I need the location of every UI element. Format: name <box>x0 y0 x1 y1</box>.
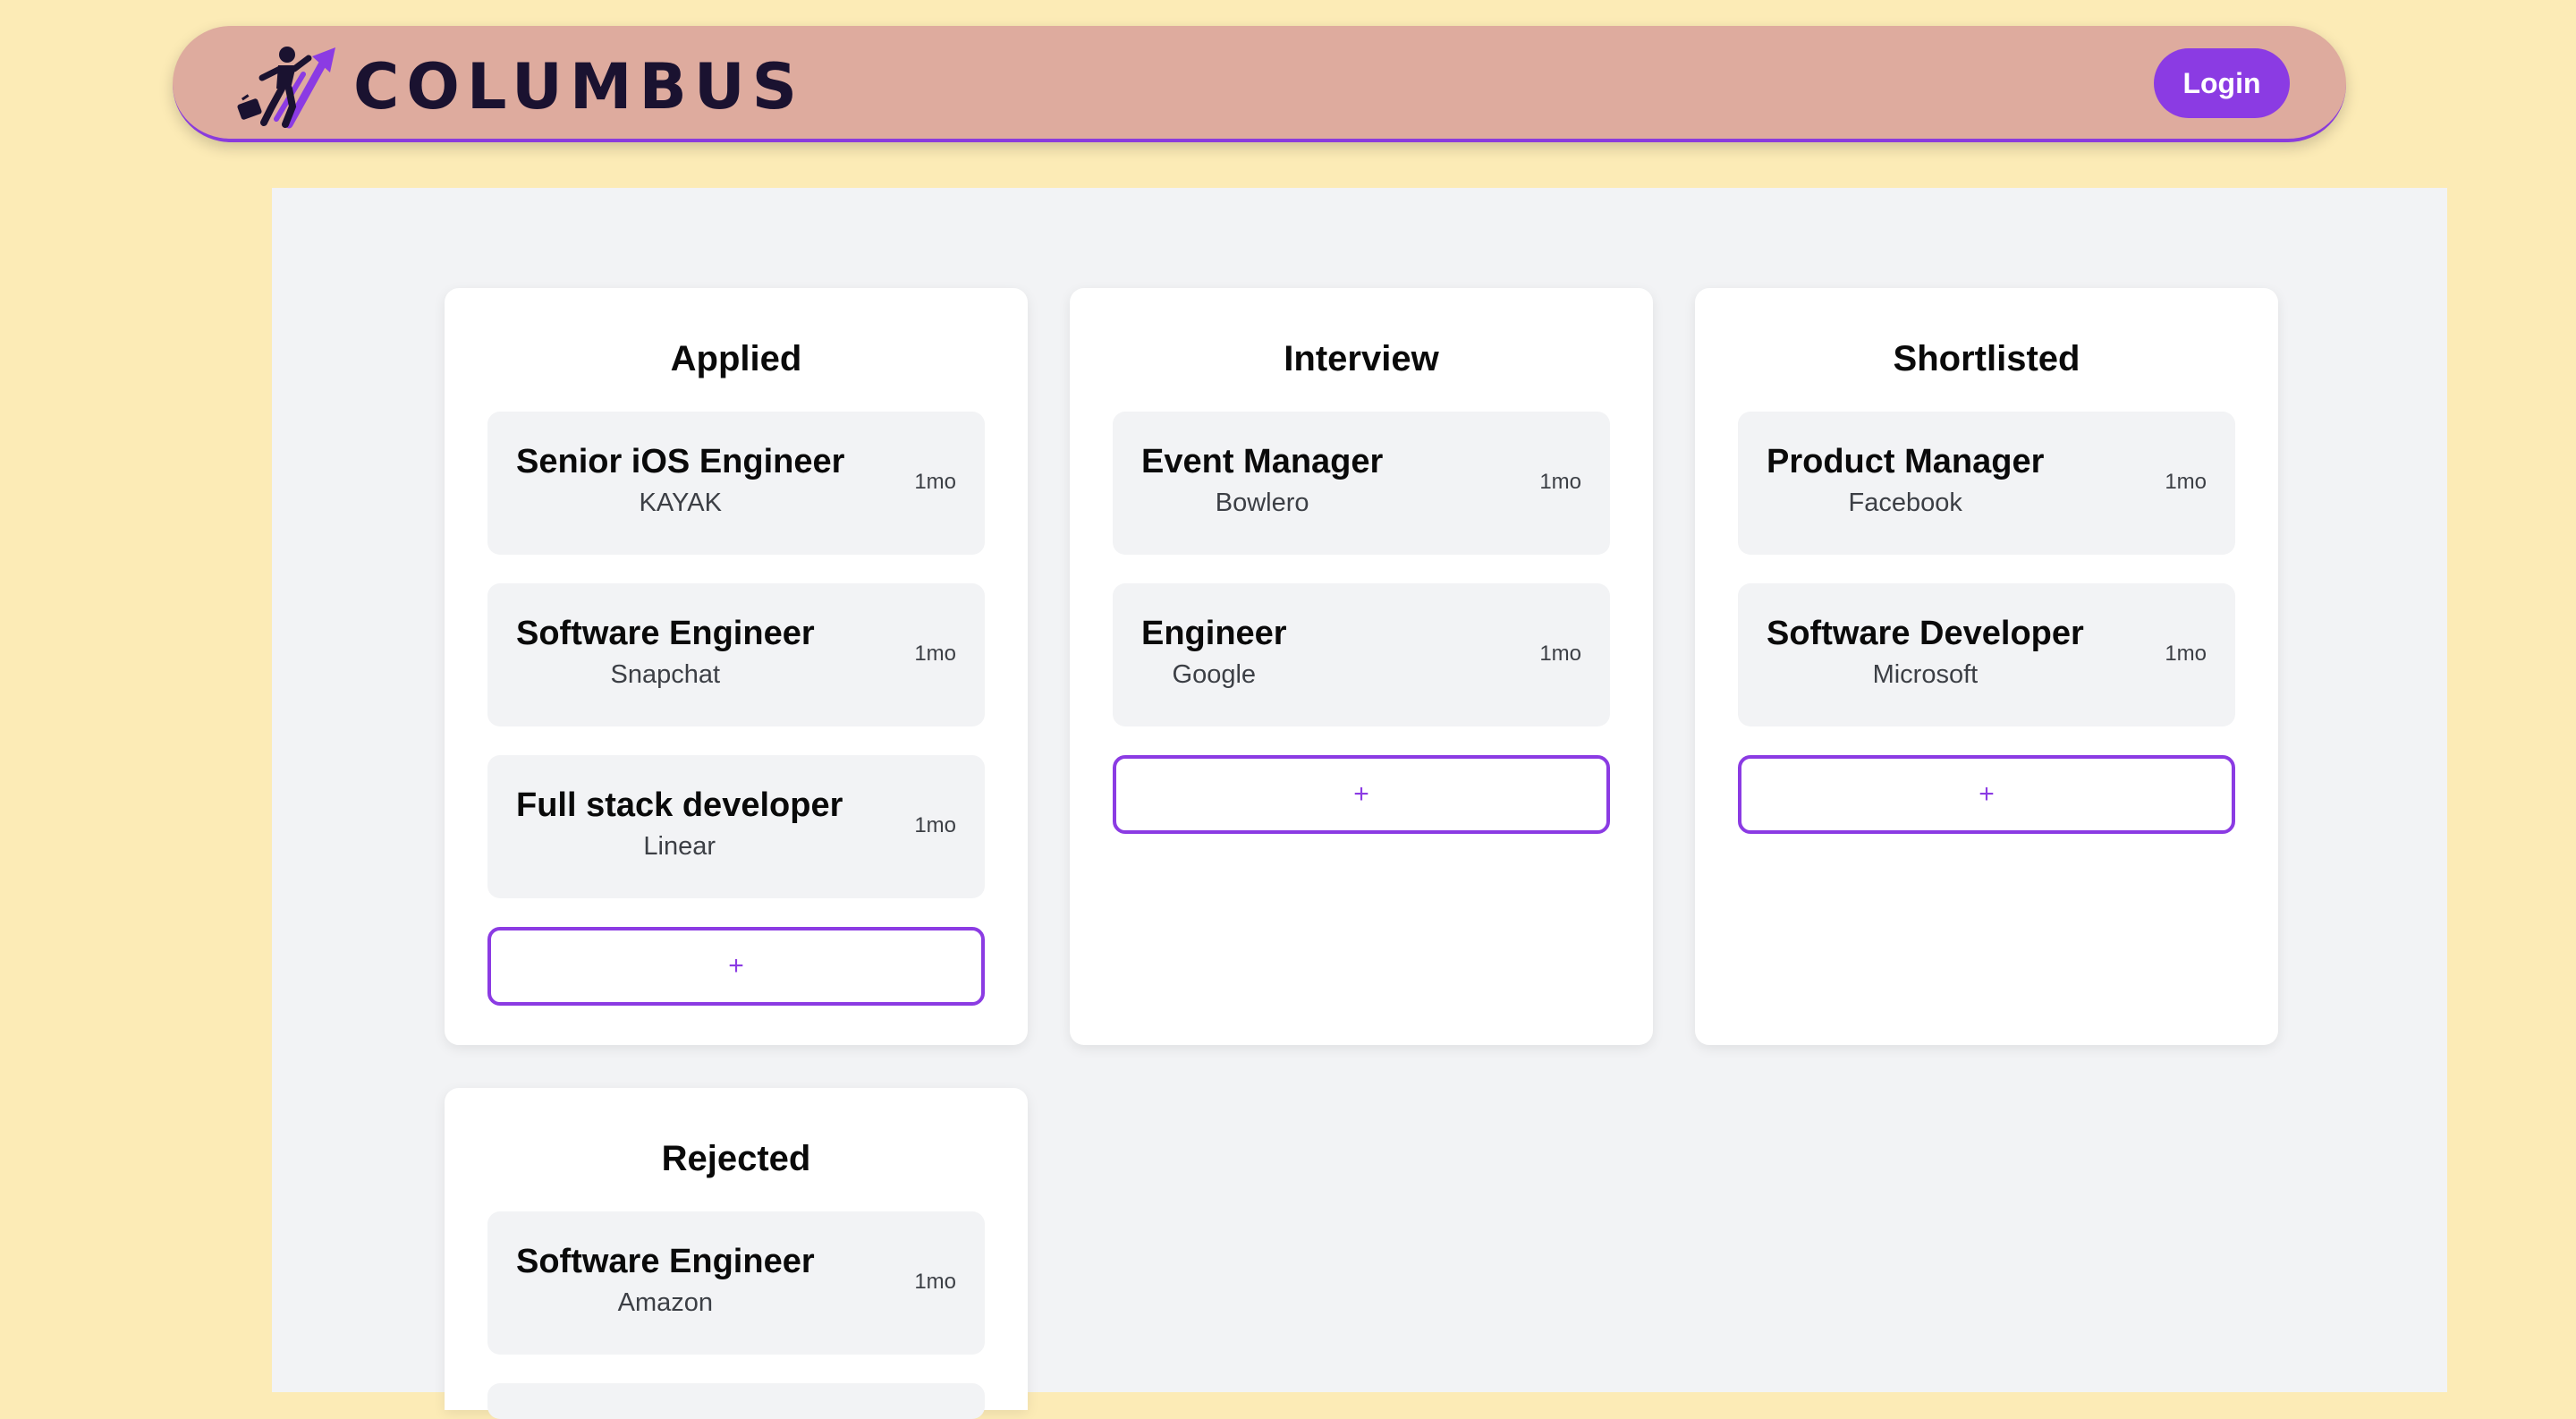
job-card-body: Full stack developer Linear <box>516 786 843 864</box>
job-title: Senior iOS Engineer <box>516 443 845 480</box>
job-card[interactable]: Senior iOS Engineer KAYAK 1mo <box>487 412 985 555</box>
rocket-runner-logo-icon <box>237 47 335 129</box>
job-age: 1mo <box>914 813 956 837</box>
brand[interactable]: COLUMBUS <box>237 42 804 132</box>
job-title: Software Developer <box>1767 615 2084 652</box>
job-card-body: Software Engineer Snapchat <box>516 614 815 693</box>
company-name: Snapchat <box>610 660 721 689</box>
company-name: Microsoft <box>1872 660 1979 689</box>
company-name: Facebook <box>1848 489 1962 517</box>
job-age: 1mo <box>1539 642 1581 666</box>
company-name: Bowlero <box>1215 489 1309 517</box>
column-rejected: Rejected Software Engineer Amazon 1mo <box>445 1088 1028 1419</box>
column-title: Interview <box>1284 339 1439 378</box>
job-card[interactable]: Software Engineer Snapchat 1mo <box>487 583 985 726</box>
job-card[interactable]: Full stack developer Linear 1mo <box>487 755 985 898</box>
company-name: KAYAK <box>639 489 722 517</box>
job-card-body: Engineer Google <box>1141 614 1287 693</box>
job-board: Applied Senior iOS Engineer KAYAK 1mo So… <box>272 188 2447 1419</box>
job-age: 1mo <box>914 642 956 666</box>
job-card[interactable]: Event Manager Bowlero 1mo <box>1113 412 1610 555</box>
job-card[interactable]: Software Developer Microsoft 1mo <box>1738 583 2235 726</box>
brand-name: COLUMBUS <box>353 50 805 123</box>
card-list: Event Manager Bowlero 1mo Engineer Googl… <box>1113 412 1610 834</box>
column-shortlisted: Shortlisted Product Manager Facebook 1mo… <box>1695 288 2278 1045</box>
card-list: Product Manager Facebook 1mo Software De… <box>1738 412 2235 834</box>
job-age: 1mo <box>1539 470 1581 494</box>
job-card-partial[interactable] <box>487 1383 985 1419</box>
company-name: Linear <box>643 832 716 861</box>
job-card-body: Software Engineer Amazon <box>516 1242 815 1321</box>
add-job-button[interactable]: + <box>487 927 985 1006</box>
job-title: Product Manager <box>1767 443 2045 480</box>
company-name: Google <box>1172 660 1257 689</box>
job-age: 1mo <box>914 470 956 494</box>
job-title: Software Engineer <box>516 615 815 652</box>
column-title: Applied <box>670 339 802 378</box>
navbar: COLUMBUS Login <box>173 26 2346 142</box>
add-job-button[interactable]: + <box>1113 755 1610 834</box>
job-card[interactable]: Engineer Google 1mo <box>1113 583 1610 726</box>
job-title: Engineer <box>1141 615 1287 652</box>
job-card-body: Product Manager Facebook <box>1767 442 2044 521</box>
card-list: Software Engineer Amazon 1mo <box>487 1211 985 1419</box>
add-job-button[interactable]: + <box>1738 755 2235 834</box>
job-card-body: Event Manager Bowlero <box>1141 442 1383 521</box>
job-card[interactable]: Product Manager Facebook 1mo <box>1738 412 2235 555</box>
job-title: Full stack developer <box>516 786 843 824</box>
job-age: 1mo <box>914 1270 956 1294</box>
job-age: 1mo <box>2165 642 2207 666</box>
job-card[interactable]: Software Engineer Amazon 1mo <box>487 1211 985 1355</box>
card-list: Senior iOS Engineer KAYAK 1mo Software E… <box>487 412 985 1006</box>
column-title: Shortlisted <box>1893 339 2080 378</box>
job-title: Software Engineer <box>516 1243 815 1280</box>
column-interview: Interview Event Manager Bowlero 1mo Engi… <box>1070 288 1653 1045</box>
job-title: Event Manager <box>1141 443 1384 480</box>
job-age: 1mo <box>2165 470 2207 494</box>
column-applied: Applied Senior iOS Engineer KAYAK 1mo So… <box>445 288 1028 1045</box>
company-name: Amazon <box>617 1288 714 1317</box>
login-button[interactable]: Login <box>2154 48 2290 118</box>
column-title: Rejected <box>661 1139 811 1178</box>
job-card-body: Software Developer Microsoft <box>1767 614 2084 693</box>
job-card-body: Senior iOS Engineer KAYAK <box>516 442 844 521</box>
